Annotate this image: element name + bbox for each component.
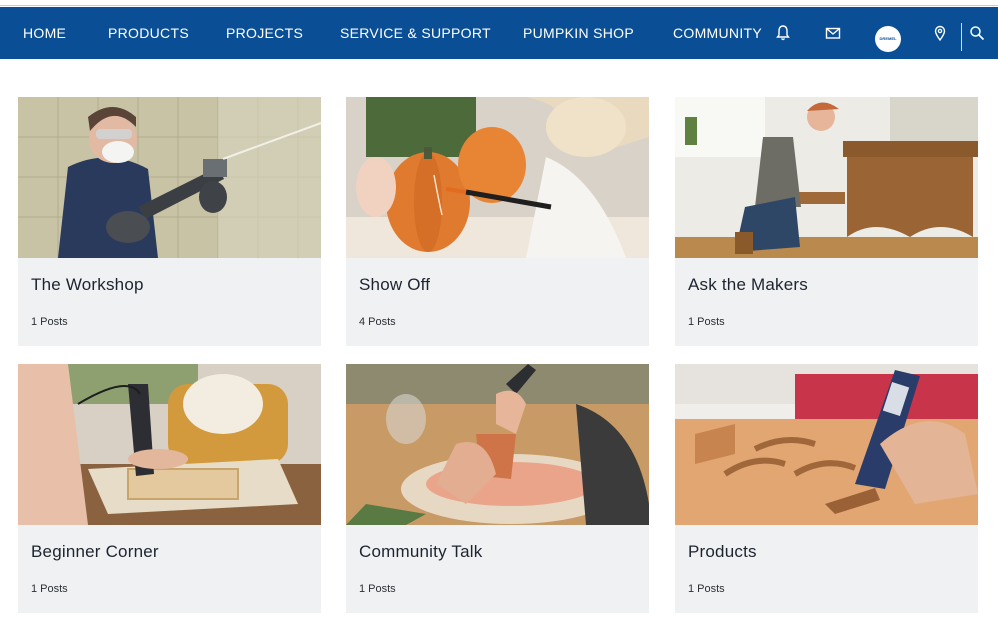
nav-community[interactable]: COMMUNITY [673, 7, 762, 59]
pottery-engraving-photo [346, 364, 649, 525]
nav-projects[interactable]: PROJECTS [226, 7, 303, 59]
nav-service-support[interactable]: SERVICE & SUPPORT [340, 7, 491, 59]
location-pin-icon[interactable] [930, 23, 950, 43]
nav-home[interactable]: HOME [23, 7, 66, 59]
brand-logo[interactable]: DREMEL [875, 26, 901, 52]
board-card-products[interactable]: Products 1 Posts [675, 364, 978, 613]
nav-pumpkin-shop[interactable]: PUMPKIN SHOP [523, 7, 634, 59]
mail-icon[interactable] [823, 23, 843, 43]
workshop-photo [18, 97, 321, 258]
board-post-count: 1 Posts [359, 583, 396, 595]
board-title[interactable]: Show Off [359, 275, 430, 295]
bell-icon[interactable] [773, 23, 793, 43]
board-card-the-workshop[interactable]: The Workshop 1 Posts [18, 97, 321, 346]
tray-project-photo [18, 364, 321, 525]
board-title[interactable]: Ask the Makers [688, 275, 808, 295]
nav-divider [961, 23, 962, 51]
main-navigation: HOME PRODUCTS PROJECTS SERVICE & SUPPORT… [0, 7, 998, 59]
board-post-count: 1 Posts [31, 583, 68, 595]
nav-products[interactable]: PRODUCTS [108, 7, 189, 59]
board-title[interactable]: The Workshop [31, 275, 144, 295]
board-title[interactable]: Products [688, 542, 757, 562]
board-post-count: 1 Posts [688, 583, 725, 595]
board-post-count: 4 Posts [359, 316, 396, 328]
board-post-count: 1 Posts [31, 316, 68, 328]
board-card-ask-the-makers[interactable]: Ask the Makers 1 Posts [675, 97, 978, 346]
board-card-show-off[interactable]: Show Off 4 Posts [346, 97, 649, 346]
board-title[interactable]: Community Talk [359, 542, 482, 562]
board-title[interactable]: Beginner Corner [31, 542, 159, 562]
search-icon[interactable] [967, 23, 987, 43]
woodworking-photo [675, 97, 978, 258]
board-card-community-talk[interactable]: Community Talk 1 Posts [346, 364, 649, 613]
top-border [0, 0, 998, 6]
board-post-count: 1 Posts [688, 316, 725, 328]
board-card-beginner-corner[interactable]: Beginner Corner 1 Posts [18, 364, 321, 613]
pumpkin-carving-photo [346, 97, 649, 258]
rotary-tool-photo [675, 364, 978, 525]
